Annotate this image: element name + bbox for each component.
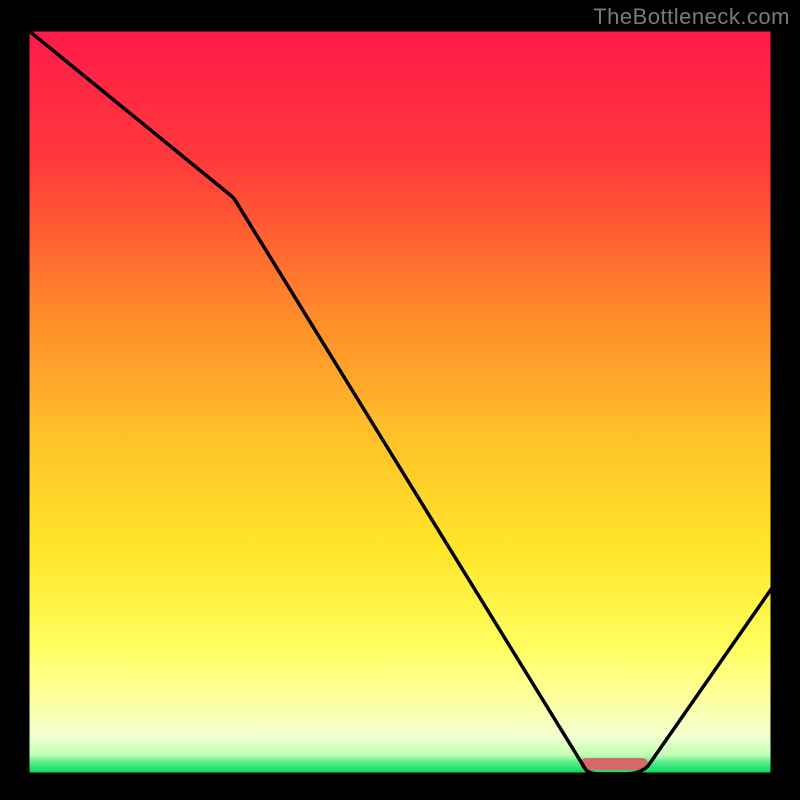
chart-svg — [0, 0, 800, 800]
watermark-text: TheBottleneck.com — [593, 4, 790, 30]
plot-background — [28, 30, 772, 774]
optimal-marker — [580, 758, 648, 770]
